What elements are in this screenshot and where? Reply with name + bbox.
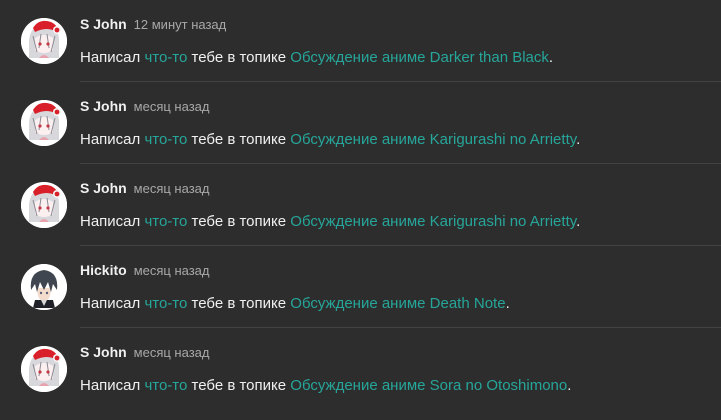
something-link[interactable]: что-то [144, 377, 187, 394]
text-prefix: Написал [80, 131, 141, 148]
santa-hat-girl-avatar[interactable] [21, 182, 67, 228]
timestamp: 12 минут назад [133, 17, 227, 32]
santa-hat-girl-icon [21, 100, 67, 146]
author-name[interactable]: S John [80, 16, 127, 32]
notification-item: Hickito месяц назад Написал что-то тебе в… [0, 246, 721, 328]
topic-link[interactable]: Обсуждение аниме Karigurashi no Arrietty [290, 213, 576, 230]
timestamp: месяц назад [133, 181, 210, 196]
santa-hat-girl-icon [21, 18, 67, 64]
text-end: . [548, 49, 554, 66]
text-end: . [576, 213, 581, 230]
topic-link[interactable]: Обсуждение аниме Darker than Black [290, 49, 549, 66]
notification-text: Написал что-то тебе в топике Обсуждение … [80, 130, 580, 150]
topic-link[interactable]: Обсуждение аниме Sora no Otoshimono [290, 377, 567, 394]
notification-item: S John месяц назад Написал что-то тебе в … [0, 82, 721, 164]
text-end: . [505, 295, 510, 312]
notification-text: Написал что-то тебе в топике Обсуждение … [80, 376, 571, 396]
text-prefix: Написал [80, 295, 141, 312]
notification-item: S John месяц назад Написал что-то тебе в … [0, 328, 721, 410]
notification-text: Написал что-то тебе в топике Обсуждение … [80, 212, 580, 232]
text-prefix: Написал [80, 213, 141, 230]
text-prefix: Написал [80, 377, 141, 394]
santa-hat-girl-avatar[interactable] [21, 18, 67, 64]
something-link[interactable]: что-то [144, 213, 187, 230]
topic-link[interactable]: Обсуждение аниме Karigurashi no Arrietty [290, 131, 576, 148]
dark-hair-boy-icon [21, 264, 67, 310]
author-name[interactable]: Hickito [80, 262, 127, 278]
notification-text: Написал что-то тебе в топике Обсуждение … [80, 294, 510, 314]
something-link[interactable]: что-то [144, 131, 187, 148]
text-middle: тебе в топике [191, 131, 287, 148]
santa-hat-girl-avatar[interactable] [21, 346, 67, 392]
something-link[interactable]: что-то [144, 49, 187, 66]
santa-hat-girl-icon [21, 346, 67, 392]
text-middle: тебе в топике [191, 49, 287, 66]
dark-hair-boy-avatar[interactable] [21, 264, 67, 310]
timestamp: месяц назад [133, 99, 210, 114]
author-name[interactable]: S John [80, 344, 127, 360]
text-prefix: Написал [80, 49, 141, 66]
notification-feed: S John 12 минут назад Написал что-то тебе… [0, 0, 721, 420]
text-middle: тебе в топике [191, 295, 287, 312]
santa-hat-girl-icon [21, 182, 67, 228]
timestamp: месяц назад [133, 345, 210, 360]
author-name[interactable]: S John [80, 180, 127, 196]
notification-item: S John месяц назад Написал что-то тебе в … [0, 164, 721, 246]
author-name[interactable]: S John [80, 98, 127, 114]
text-middle: тебе в топике [191, 213, 287, 230]
notification-text: Написал что-то тебе в топике Обсуждение … [80, 48, 553, 68]
topic-link[interactable]: Обсуждение аниме Death Note [290, 295, 505, 312]
santa-hat-girl-avatar[interactable] [21, 100, 67, 146]
text-end: . [576, 131, 581, 148]
timestamp: месяц назад [133, 263, 210, 278]
text-middle: тебе в топике [191, 377, 287, 394]
something-link[interactable]: что-то [144, 295, 187, 312]
notification-item: S John 12 минут назад Написал что-то тебе… [0, 0, 721, 82]
text-end: . [567, 377, 572, 394]
